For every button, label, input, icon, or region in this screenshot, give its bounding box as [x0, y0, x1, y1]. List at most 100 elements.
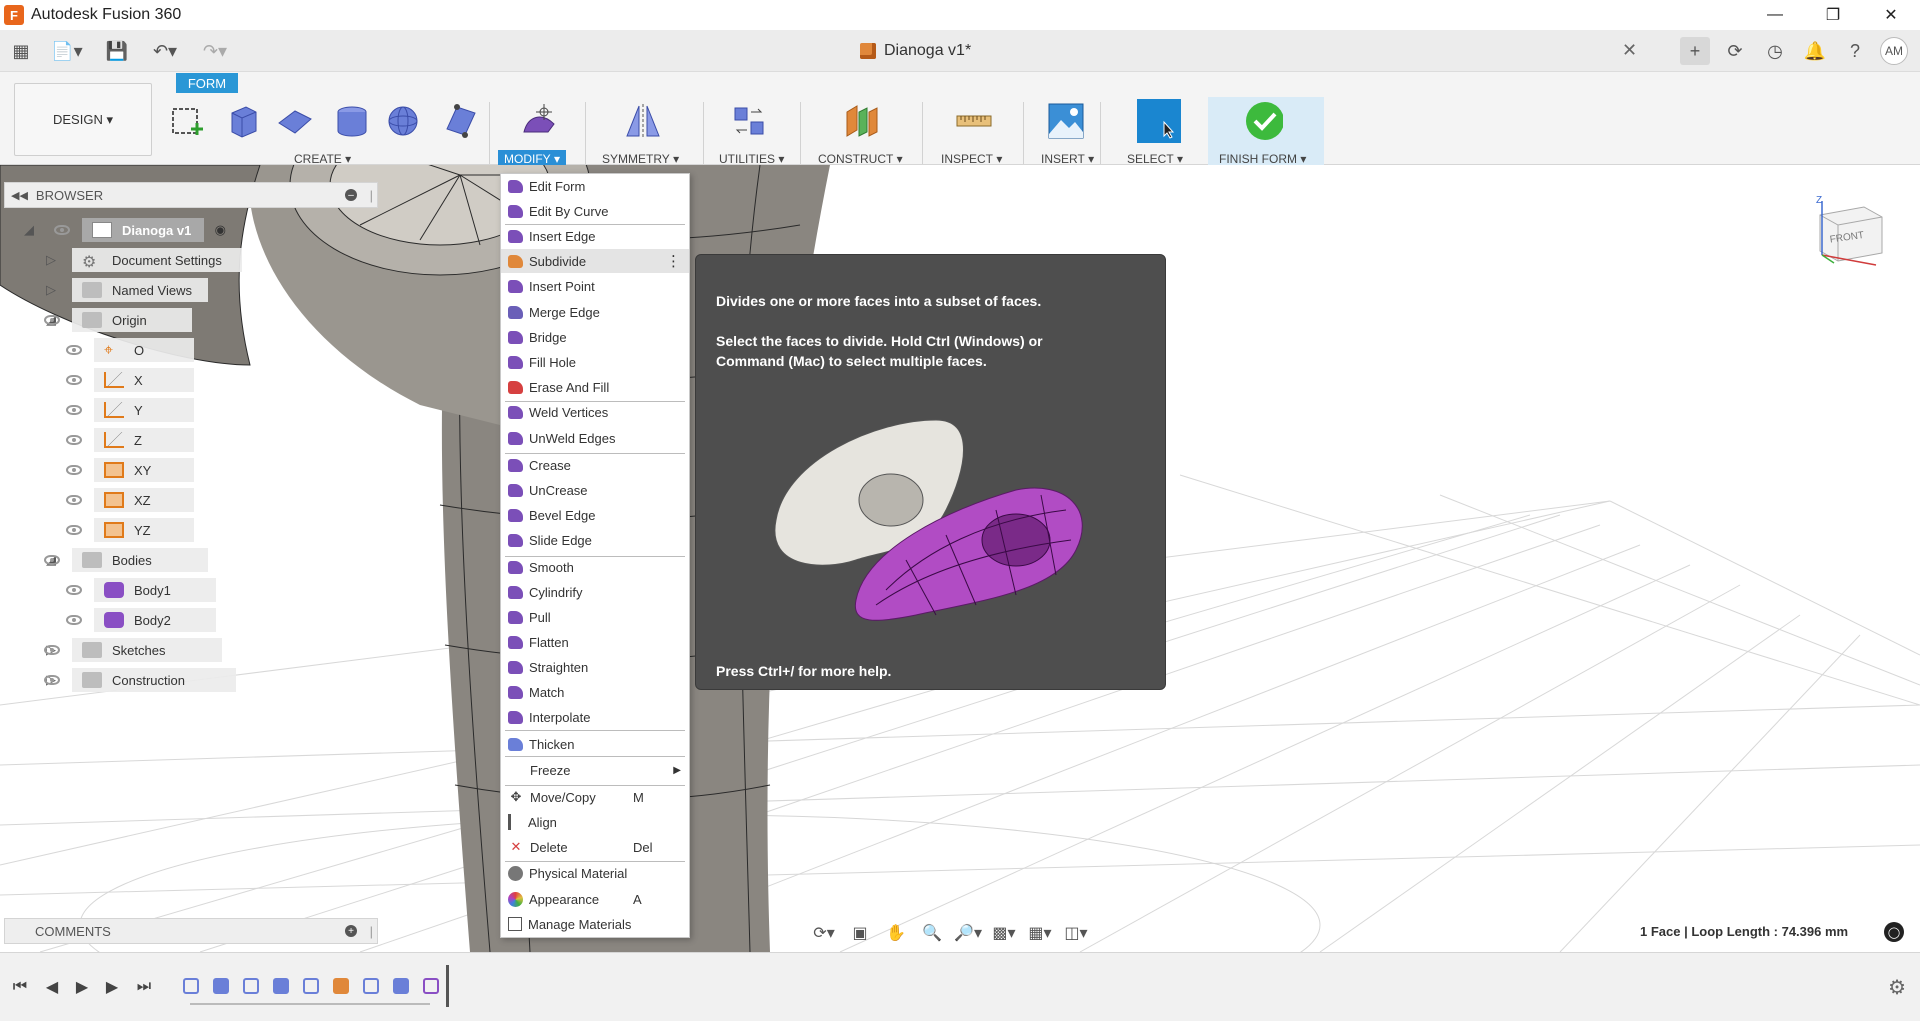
menu-item-insert-point[interactable]: Insert Point	[501, 274, 689, 298]
quadball-icon[interactable]	[442, 102, 480, 140]
visibility-eye-icon[interactable]	[54, 225, 70, 235]
notifications-bell-icon[interactable]: 🔔	[1800, 37, 1830, 65]
timeline-feature-icon[interactable]	[420, 975, 442, 997]
visibility-eye-icon[interactable]	[66, 345, 82, 355]
visibility-eye-icon[interactable]	[66, 435, 82, 445]
symmetry-icon[interactable]	[624, 102, 662, 140]
minimize-button[interactable]: —	[1746, 0, 1804, 30]
menu-item-weld-vertices[interactable]: Weld Vertices	[501, 400, 689, 424]
menu-item-thicken[interactable]: Thicken	[501, 732, 689, 756]
pan-hand-icon[interactable]: ✋	[880, 920, 912, 946]
menu-item-slide-edge[interactable]: Slide Edge	[501, 528, 689, 552]
modify-edit-form-icon[interactable]	[520, 102, 558, 140]
timeline-feature-icon[interactable]	[240, 975, 262, 997]
close-window-button[interactable]: ✕	[1862, 0, 1920, 30]
step-forward-icon[interactable]: ▶	[100, 975, 124, 999]
restore-button[interactable]: ❐	[1804, 0, 1862, 30]
visibility-eye-icon[interactable]	[66, 405, 82, 415]
panel-pin-icon[interactable]: |	[370, 924, 373, 939]
timeline-feature-icon[interactable]	[330, 975, 352, 997]
sync-icon[interactable]: ⟳	[1720, 37, 1750, 65]
grid-settings-icon[interactable]: ▦▾	[1024, 920, 1056, 946]
cylinder-icon[interactable]	[333, 102, 371, 140]
insert-image-icon[interactable]	[1047, 102, 1085, 140]
look-at-icon[interactable]: ▣	[844, 920, 876, 946]
menu-item-flatten[interactable]: Flatten	[501, 630, 689, 654]
menu-item-crease[interactable]: Crease	[501, 453, 689, 477]
menu-item-fill-hole[interactable]: Fill Hole	[501, 350, 689, 374]
collapsed-caret-icon[interactable]: ▷	[46, 252, 56, 268]
timeline-feature-icon[interactable]	[300, 975, 322, 997]
visibility-eye-icon[interactable]	[66, 375, 82, 385]
menu-item-interpolate[interactable]: Interpolate	[501, 705, 689, 729]
timeline-feature-icon[interactable]	[270, 975, 292, 997]
visibility-eye-icon[interactable]	[44, 315, 60, 325]
menu-item-manage-materials[interactable]: Manage Materials	[501, 912, 689, 936]
measure-icon[interactable]	[955, 102, 993, 140]
menu-item-smooth[interactable]: Smooth	[501, 555, 689, 579]
new-tab-plus-icon[interactable]: +	[1680, 37, 1710, 65]
help-icon[interactable]: ?	[1840, 37, 1870, 65]
file-menu-button[interactable]: 📄▾	[48, 38, 86, 64]
menu-item-subdivide[interactable]: Subdivide ⋮	[501, 249, 689, 273]
menu-item-unweld-edges[interactable]: UnWeld Edges	[501, 426, 689, 450]
redo-button[interactable]: ↷▾	[196, 38, 234, 64]
timeline-settings-gear-icon[interactable]: ⚙	[1888, 975, 1906, 1000]
close-tab-icon[interactable]: ✕	[1622, 40, 1637, 61]
expanded-caret-icon[interactable]: ◢	[24, 222, 34, 238]
visibility-eye-icon[interactable]	[44, 675, 60, 685]
go-to-start-icon[interactable]: ⏮	[8, 975, 32, 999]
menu-item-edit-by-curve[interactable]: Edit By Curve	[501, 199, 689, 223]
box-icon[interactable]	[223, 102, 261, 140]
status-indicator-icon[interactable]: ◯	[1884, 922, 1904, 942]
menu-item-align[interactable]: Align	[501, 810, 689, 834]
timeline-marker[interactable]	[446, 965, 449, 1007]
timeline-feature-icon[interactable]	[390, 975, 412, 997]
visibility-eye-icon[interactable]	[66, 465, 82, 475]
timeline-feature-icon[interactable]	[360, 975, 382, 997]
more-options-icon[interactable]: ⋮	[666, 252, 681, 270]
create-sketch-icon[interactable]	[168, 102, 206, 140]
panel-pin-icon[interactable]: |	[370, 188, 373, 203]
display-settings-icon[interactable]: ▩▾	[988, 920, 1020, 946]
tab-form[interactable]: FORM	[176, 73, 238, 93]
zoom-icon[interactable]: 🔍	[916, 920, 948, 946]
sphere-icon[interactable]	[384, 102, 422, 140]
job-status-icon[interactable]: ◷	[1760, 37, 1790, 65]
save-icon[interactable]: 💾	[104, 38, 130, 64]
comments-panel-header[interactable]: COMMENTS + |	[4, 918, 378, 944]
menu-item-delete[interactable]: ✕ Delete Del	[501, 835, 689, 859]
menu-item-freeze[interactable]: Freeze ▶	[501, 758, 689, 782]
menu-item-appearance[interactable]: Appearance A	[501, 887, 689, 911]
avatar[interactable]: AM	[1880, 37, 1908, 65]
visibility-eye-icon[interactable]	[66, 585, 82, 595]
menu-item-straighten[interactable]: Straighten	[501, 655, 689, 679]
undo-button[interactable]: ↶▾	[146, 38, 184, 64]
go-to-end-icon[interactable]: ⏭	[132, 975, 156, 999]
view-cube[interactable]: FRONT Z	[1812, 195, 1890, 275]
workspace-switcher[interactable]: DESIGN ▾	[14, 83, 152, 156]
menu-item-merge-edge[interactable]: Merge Edge	[501, 300, 689, 324]
play-icon[interactable]: ▶	[70, 975, 94, 999]
menu-item-cylindrify[interactable]: Cylindrify	[501, 580, 689, 604]
collapse-double-arrow-icon[interactable]: ◀◀	[11, 189, 28, 202]
menu-item-uncrease[interactable]: UnCrease	[501, 478, 689, 502]
visibility-eye-icon[interactable]	[66, 495, 82, 505]
finish-form-checkmark-icon[interactable]	[1245, 102, 1283, 140]
browser-minus-icon[interactable]: –	[345, 189, 357, 201]
utilities-icon[interactable]	[731, 102, 769, 140]
orbit-icon[interactable]: ⟳▾	[808, 920, 840, 946]
timeline-feature-icon[interactable]	[180, 975, 202, 997]
viewports-icon[interactable]: ◫▾	[1060, 920, 1092, 946]
select-cursor-icon[interactable]	[1137, 99, 1181, 143]
apps-grid-icon[interactable]: ▦	[8, 38, 34, 64]
plane-icon[interactable]	[276, 102, 314, 140]
menu-item-erase-and-fill[interactable]: Erase And Fill	[501, 375, 689, 399]
document-tab[interactable]: Dianoga v1*	[860, 38, 971, 64]
visibility-eye-icon[interactable]	[44, 645, 60, 655]
menu-item-insert-edge[interactable]: Insert Edge	[501, 224, 689, 248]
menu-item-bridge[interactable]: Bridge	[501, 325, 689, 349]
menu-item-pull[interactable]: Pull	[501, 605, 689, 629]
visibility-eye-icon[interactable]	[66, 525, 82, 535]
menu-item-physical-material[interactable]: Physical Material	[501, 861, 689, 885]
